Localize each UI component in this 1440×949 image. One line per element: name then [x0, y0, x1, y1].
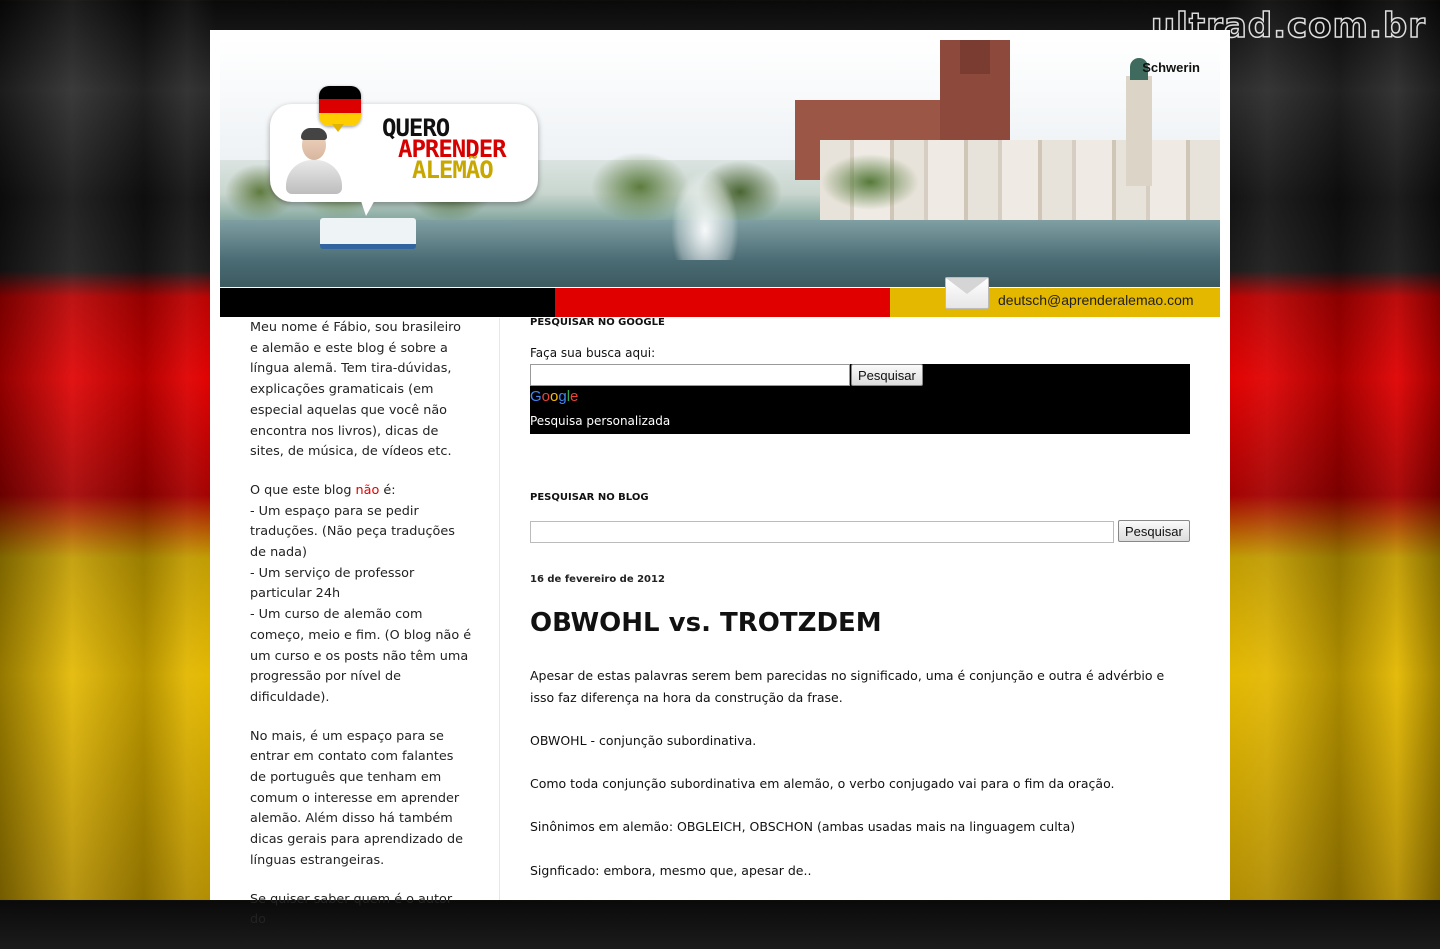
- envelope-icon: [945, 277, 989, 309]
- contact-email[interactable]: deutsch@aprenderalemao.com: [998, 292, 1194, 308]
- not-item-tutor: - Um serviço de professor particular 24h: [250, 565, 415, 602]
- sidebar-not-list: O que este blog não é: - Um espaço para …: [250, 481, 472, 709]
- post-paragraph: Signficado: embora, mesmo que, apesar de…: [530, 862, 812, 878]
- custom-search-label: Pesquisa personalizada: [530, 414, 671, 428]
- page-container: Schwerin QUERO APRENDER ALEMÃO deutsch@a…: [210, 30, 1230, 927]
- not-heading-emphasis: não: [355, 482, 380, 498]
- flag-stripe-black: [220, 288, 555, 317]
- google-search-title: PESQUISAR NO GOOGLE: [530, 317, 665, 328]
- blog-search-title: PESQUISAR NO BLOG: [530, 492, 649, 503]
- sidebar: Meu nome é Fábio, sou brasileiro e alemã…: [250, 318, 472, 949]
- sidebar-contact: No mais, é um espaço para se entrar em c…: [250, 728, 463, 868]
- post-paragraph: Sinônimos em alemão: OBGLEICH, OBSCHON (…: [530, 819, 1076, 835]
- post-body: Apesar de estas palavras serem bem parec…: [530, 665, 1190, 903]
- post-title[interactable]: OBWOHL vs. TROTZDEM: [530, 608, 882, 638]
- boat-icon: [320, 218, 416, 249]
- logo-line-3: ALEMÃO: [412, 156, 494, 184]
- google-search-label: Faça sua busca aqui:: [530, 346, 656, 360]
- google-logo: Google: [530, 388, 579, 405]
- google-search-box: Pesquisar Google Pesquisa personalizada: [530, 364, 1190, 434]
- blog-search-input[interactable]: [530, 521, 1114, 543]
- header-banner[interactable]: Schwerin QUERO APRENDER ALEMÃO: [220, 40, 1220, 287]
- google-search-input[interactable]: [530, 364, 850, 386]
- flag-bubble-tail: [332, 124, 344, 132]
- avatar-icon: [286, 128, 342, 196]
- blog-search-button[interactable]: Pesquisar: [1118, 520, 1190, 542]
- post-date: 16 de fevereiro de 2012: [530, 574, 665, 585]
- sidebar-author: Se quiser saber quem é o autor do: [250, 891, 453, 928]
- german-flag-icon: [319, 86, 361, 126]
- post-paragraph: OBWOHL - conjunção subordinativa.: [530, 732, 757, 748]
- site-logo[interactable]: QUERO APRENDER ALEMÃO: [382, 116, 507, 184]
- not-heading-suffix: é:: [379, 482, 396, 498]
- flag-stripe-red: [555, 288, 890, 317]
- google-search-button[interactable]: Pesquisar: [851, 364, 923, 386]
- post-paragraph: Como toda conjunção subordinativa em ale…: [530, 776, 1115, 792]
- not-heading-prefix: O que este blog: [250, 482, 356, 498]
- column-divider: [499, 318, 500, 900]
- logo-bubble-tail: [360, 198, 376, 216]
- post-paragraph: Apesar de estas palavras serem bem parec…: [530, 668, 1165, 705]
- not-item-translations: - Um espaço para se pedir traduções. (Nã…: [250, 503, 455, 561]
- sidebar-intro: Meu nome é Fábio, sou brasileiro e alemã…: [250, 320, 461, 460]
- banner-fountain: [660, 140, 750, 260]
- not-item-course: - Um curso de alemão com começo, meio e …: [250, 607, 472, 705]
- city-label: Schwerin: [1142, 60, 1200, 75]
